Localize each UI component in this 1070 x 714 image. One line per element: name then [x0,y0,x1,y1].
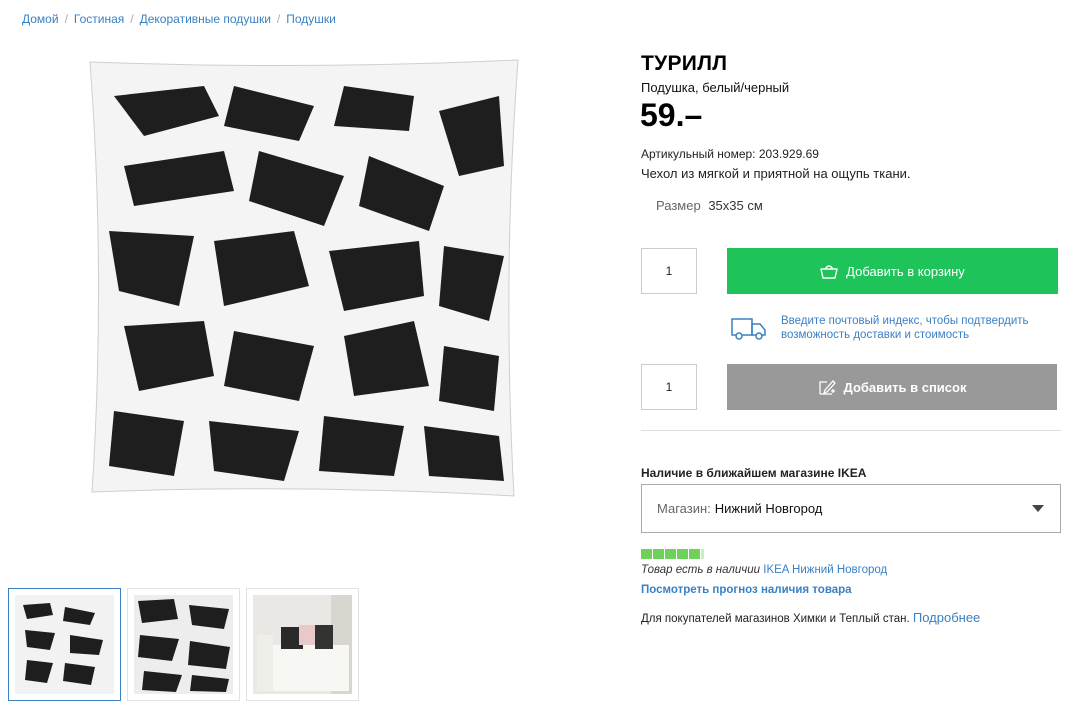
buyers-text: Для покупателей магазинов Химки и Теплый… [641,613,910,625]
article-number: Артикульный номер: 203.929.69 [641,147,819,161]
thumbnail-3[interactable] [246,588,359,701]
size-label: Размер [656,198,701,213]
buyers-note: Для покупателей магазинов Химки и Теплый… [641,610,980,625]
basket-icon [820,265,838,279]
stock-status-text: Товар есть в наличии [641,564,761,576]
product-subtitle: Подушка, белый/черный [641,80,790,95]
stock-segment [665,549,676,559]
thumbnail-pillow-image [15,595,114,694]
breadcrumb-separator: / [64,12,68,26]
product-main-image[interactable] [84,56,524,501]
stock-segment [653,549,664,559]
thumbnail-pattern-closeup-image [134,595,233,694]
stock-forecast-link[interactable]: Посмотреть прогноз наличия товара [641,584,852,596]
breadcrumb-separator: / [130,12,134,26]
add-to-cart-button[interactable]: Добавить в корзину [727,248,1058,294]
stock-segment [641,549,652,559]
stock-store-link[interactable]: IKEA Нижний Новгород [763,564,887,576]
product-size: Размер 35x35 см [656,198,763,213]
stock-segment [677,549,688,559]
size-value: 35x35 см [708,198,763,213]
add-to-cart-label: Добавить в корзину [846,263,965,279]
product-title: ТУРИЛЛ [641,52,728,75]
list-pen-icon [818,380,836,395]
product-price: 59.– [640,97,703,133]
breadcrumb-living-room[interactable]: Гостиная [74,12,124,26]
breadcrumb-pillows[interactable]: Подушки [286,12,336,26]
truck-icon [731,318,766,340]
product-description: Чехол из мягкой и приятной на ощупь ткан… [641,166,911,181]
article-label: Артикульный номер: [641,147,756,161]
thumbnail-2[interactable] [127,588,240,701]
more-info-link[interactable]: Подробнее [913,610,980,625]
add-to-list-label: Добавить в список [843,379,967,395]
list-quantity-input[interactable]: 1 [641,364,697,410]
delivery-info[interactable]: Введите почтовый индекс, чтобы подтверди… [730,314,1070,342]
store-availability-heading: Наличие в ближайшем магазине IKEA [641,466,867,480]
delivery-text[interactable]: Введите почтовый индекс, чтобы подтверди… [781,314,1070,342]
breadcrumb: Домой / Гостиная / Декоративные подушки / Поду… [22,12,336,26]
chevron-down-icon [1032,505,1044,512]
breadcrumb-decorative-pillows[interactable]: Декоративные подушки [140,12,271,26]
breadcrumb-home[interactable]: Домой [22,12,59,26]
store-select-value: Нижний Новгород [714,501,823,516]
store-select-label: Магазин: [657,501,711,516]
stock-status: Товар есть в наличии IKEA Нижний Новгоро… [641,564,887,576]
breadcrumb-separator: / [276,12,281,26]
cart-quantity-input[interactable]: 1 [641,248,697,294]
thumbnail-room-image [253,595,352,694]
article-value: 203.929.69 [758,147,819,161]
thumbnail-1[interactable] [8,588,121,701]
divider [641,430,1061,431]
stock-segment [689,549,700,559]
stock-level-bar [641,549,704,559]
store-select[interactable]: Магазин: Нижний Новгород [641,484,1061,533]
stock-segment-dim [701,549,704,559]
add-to-list-button[interactable]: Добавить в список [727,364,1057,410]
